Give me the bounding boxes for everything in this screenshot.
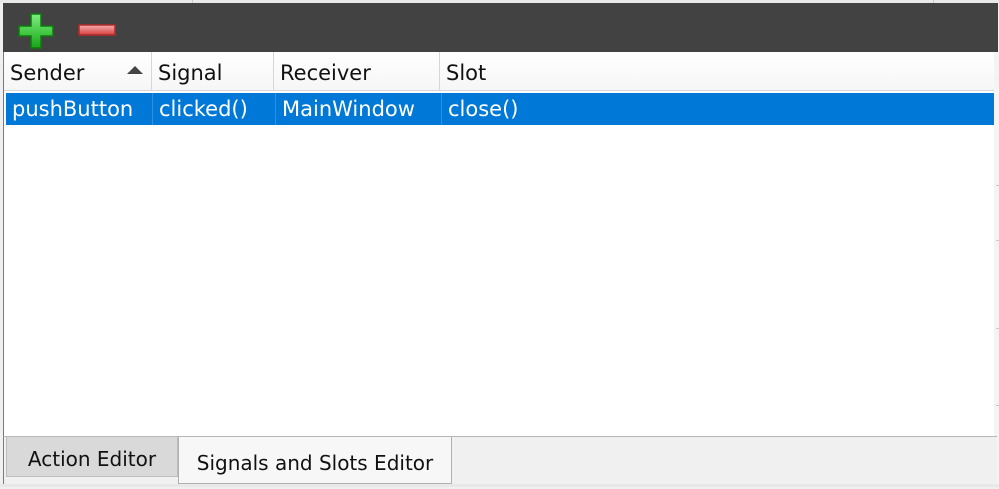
tab-action-editor[interactable]: Action Editor xyxy=(6,437,178,477)
table-row[interactable]: pushButton clicked() MainWindow close() xyxy=(6,93,995,125)
editor-tabbar: Action Editor Signals and Slots Editor xyxy=(3,436,997,485)
connections-table[interactable]: Sender Signal Receiver Slot pushButton c… xyxy=(3,52,996,436)
column-label: Sender xyxy=(10,61,85,85)
add-connection-button[interactable] xyxy=(16,11,56,51)
cell-signal[interactable]: clicked() xyxy=(153,93,275,125)
signals-slots-panel: Sender Signal Receiver Slot pushButton c… xyxy=(0,0,999,487)
column-label: Slot xyxy=(446,61,487,85)
cell-sender[interactable]: pushButton xyxy=(6,93,152,125)
minus-icon xyxy=(78,24,116,36)
remove-connection-button[interactable] xyxy=(77,11,117,51)
column-label: Signal xyxy=(158,61,223,85)
table-header: Sender Signal Receiver Slot xyxy=(4,52,995,91)
toolbar xyxy=(3,3,998,52)
sort-ascending-icon xyxy=(127,66,143,74)
tab-signals-and-slots-editor[interactable]: Signals and Slots Editor xyxy=(178,437,452,484)
column-header-sender[interactable]: Sender xyxy=(4,52,152,90)
cell-slot[interactable]: close() xyxy=(442,93,995,125)
right-edge xyxy=(994,52,999,487)
column-header-signal[interactable]: Signal xyxy=(152,52,274,90)
plus-icon xyxy=(18,13,54,49)
column-label: Receiver xyxy=(280,61,371,85)
cell-receiver[interactable]: MainWindow xyxy=(276,93,441,125)
column-header-receiver[interactable]: Receiver xyxy=(274,52,440,90)
column-header-slot[interactable]: Slot xyxy=(440,52,995,90)
